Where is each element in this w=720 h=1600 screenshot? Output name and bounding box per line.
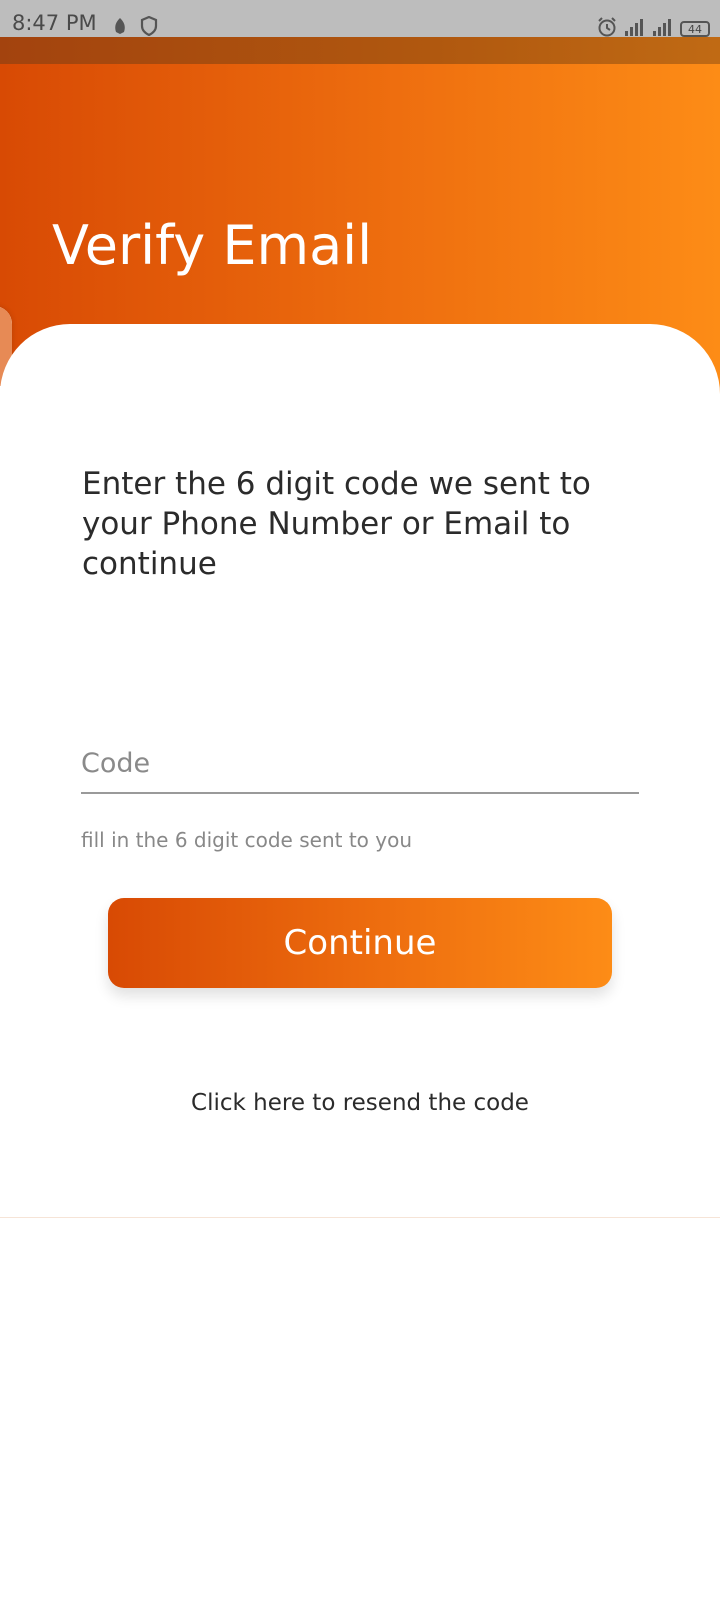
resend-code-link[interactable]: Click here to resend the code [0,1090,720,1116]
page-title: Verify Email [52,214,373,277]
continue-button[interactable]: Continue [108,898,612,988]
screen: 8:47 PM 44 Verify Email Enter the 6 digi… [0,0,720,1600]
signal-icon [652,17,674,41]
signal-icon [624,17,646,41]
shield-icon [140,15,158,40]
status-left-icons [110,15,158,40]
battery-icon: 44 [680,21,710,37]
status-bar: 8:47 PM 44 [0,0,720,37]
status-time: 8:47 PM [12,11,97,35]
code-helper-text: fill in the 6 digit code sent to you [81,828,412,852]
leaf-icon [110,16,130,40]
status-right-icons: 44 [596,16,710,42]
code-input[interactable] [81,734,639,794]
verification-card: Enter the 6 digit code we sent to your P… [0,324,720,1218]
alarm-icon [596,16,618,42]
instructions-text: Enter the 6 digit code we sent to your P… [82,466,591,582]
battery-level: 44 [688,22,702,36]
